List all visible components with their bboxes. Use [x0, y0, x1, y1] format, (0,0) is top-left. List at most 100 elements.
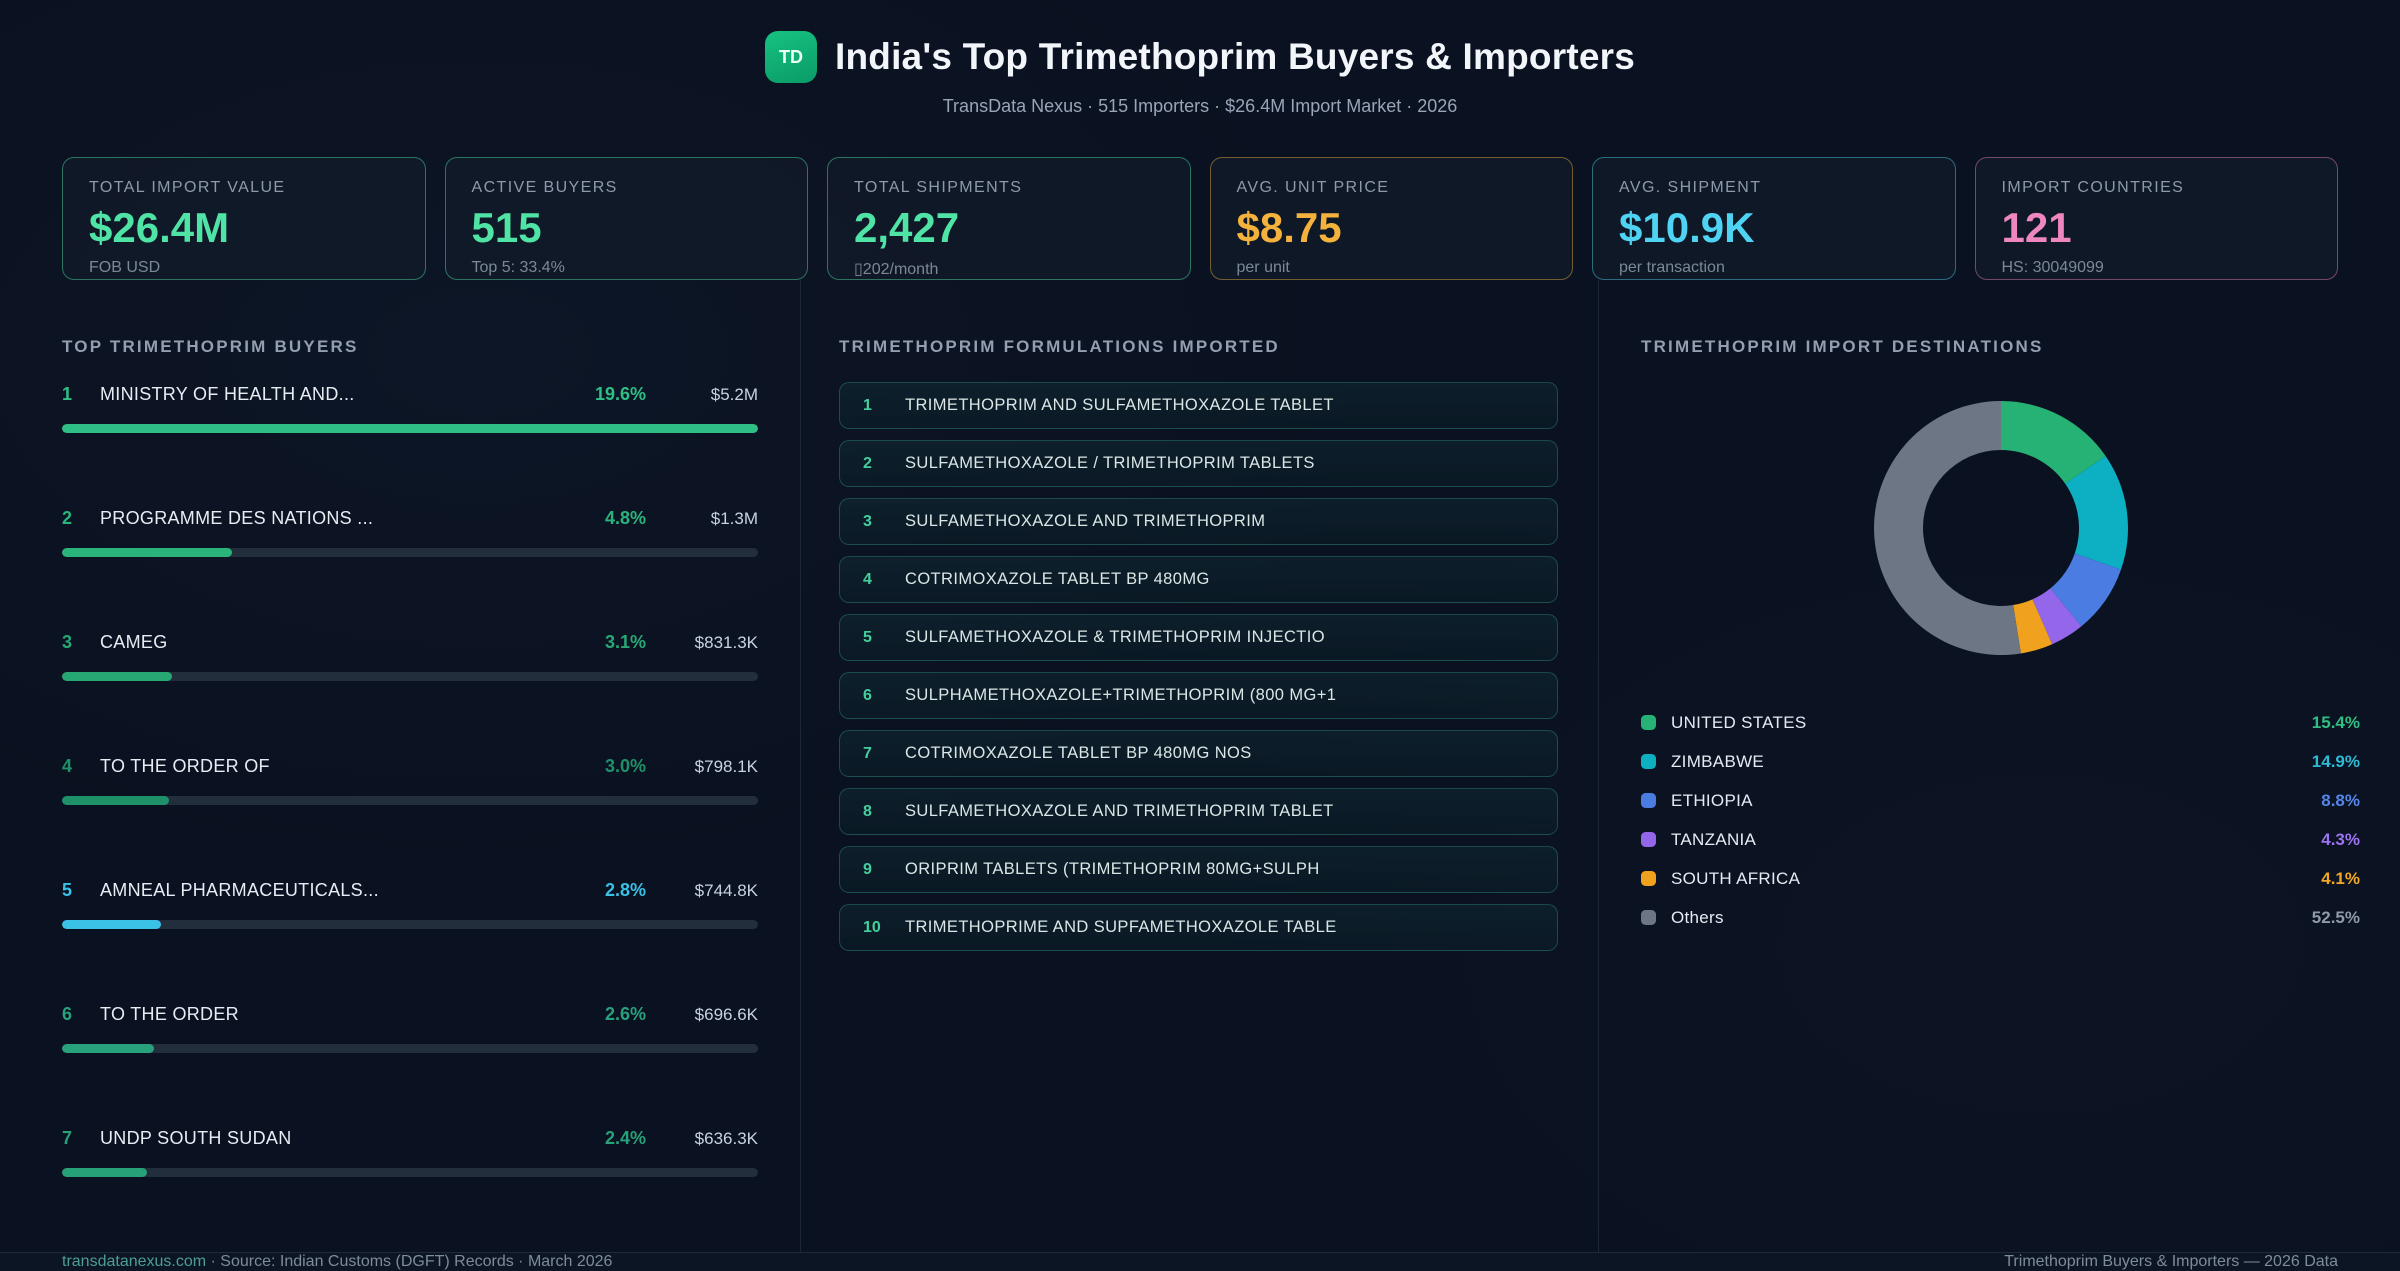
buyer-bar-fill: [62, 796, 169, 806]
buyer-value: $636.3K: [694, 1129, 758, 1149]
legend-percent: 4.3%: [2321, 829, 2360, 849]
footer-report-title: Trimethoprim Buyers & Importers — 2026 D…: [2004, 1253, 2338, 1271]
formulation-rank: 7: [863, 744, 872, 762]
stat-value: $10.9K: [1619, 204, 1755, 251]
formulation-name: SULFAMETHOXAZOLE AND TRIMETHOPRIM TABLET: [905, 802, 1334, 821]
main-content: TOP TRIMETHOPRIM BUYERS 1 MINISTRY OF HE…: [0, 280, 2400, 1253]
buyers-panel: TOP TRIMETHOPRIM BUYERS 1 MINISTRY OF HE…: [0, 280, 800, 1252]
buyer-bar-fill: [62, 1044, 155, 1054]
buyer-row: 4 TO THE ORDER OF 3.0% $798.1K: [62, 756, 758, 806]
stat-label: AVG. UNIT PRICE: [1236, 179, 1390, 196]
buyer-name: AMNEAL PHARMACEUTICALS...: [100, 880, 379, 901]
formulation-item[interactable]: 8 SULFAMETHOXAZOLE AND TRIMETHOPRIM TABL…: [839, 788, 1558, 836]
buyer-percent: 4.8%: [604, 508, 646, 529]
formulation-item[interactable]: 4 COTRIMOXAZOLE TABLET BP 480MG: [839, 556, 1558, 604]
formulation-item[interactable]: 10 TRIMETHOPRIME AND SUPFAMETHOXAZOLE TA…: [839, 904, 1558, 952]
buyer-rank: 1: [62, 384, 73, 405]
stat-label: IMPORT COUNTRIES: [2001, 179, 2185, 196]
stat-card-avg-unit-price: AVG. UNIT PRICE $8.75 per unit: [1209, 157, 1573, 281]
buyer-name: UNDP SOUTH SUDAN: [100, 1128, 292, 1149]
footer-source-text: · Source: Indian Customs (DGFT) Records …: [206, 1253, 613, 1271]
legend-item: SOUTH AFRICA 4.1%: [1641, 859, 2360, 898]
buyer-bar-track: [62, 796, 758, 806]
buyer-rank: 5: [62, 880, 73, 901]
formulation-rank: 8: [863, 802, 872, 820]
stats-row: TOTAL IMPORT VALUE $26.4M FOB USD ACTIVE…: [0, 157, 2400, 281]
buyer-row: 3 CAMEG 3.1% $831.3K: [62, 632, 758, 682]
buyer-percent: 2.4%: [604, 1128, 646, 1149]
footer-domain: transdatanexus.com: [62, 1253, 207, 1271]
legend-label: UNITED STATES: [1671, 712, 1807, 732]
formulation-name: ORIPRIM TABLETS (TRIMETHOPRIM 80MG+SULPH: [905, 860, 1320, 879]
formulation-item[interactable]: 2 SULFAMETHOXAZOLE / TRIMETHOPRIM TABLET…: [839, 440, 1558, 488]
buyer-rank: 3: [62, 632, 73, 653]
legend-swatch: [1641, 754, 1656, 770]
stat-card-active-buyers: ACTIVE BUYERS 515 Top 5: 33.4%: [444, 157, 808, 281]
destinations-panel: TRIMETHOPRIM IMPORT DESTINATIONS UNITED …: [1598, 280, 2400, 1253]
buyer-value: $696.6K: [694, 1005, 758, 1025]
stat-sub: per transaction: [1619, 259, 1725, 277]
buyer-value: $5.2M: [710, 385, 758, 405]
stat-value: $8.75: [1236, 204, 1342, 251]
formulation-name: SULFAMETHOXAZOLE & TRIMETHOPRIM INJECTIO: [905, 628, 1325, 647]
stat-sub: Top 5: 33.4%: [471, 259, 565, 277]
formulation-item[interactable]: 3 SULFAMETHOXAZOLE AND TRIMETHOPRIM: [839, 498, 1558, 546]
buyer-bar-track: [62, 672, 758, 682]
formulation-name: COTRIMOXAZOLE TABLET BP 480MG: [905, 570, 1210, 589]
buyer-bar-fill: [62, 672, 173, 682]
formulation-item[interactable]: 1 TRIMETHOPRIM AND SULFAMETHOXAZOLE TABL…: [839, 382, 1558, 430]
stat-sub: per unit: [1236, 259, 1290, 277]
legend-item: UNITED STATES 15.4%: [1641, 703, 2360, 742]
page-title: India's Top Trimethoprim Buyers & Import…: [834, 36, 1636, 77]
stat-value: $26.4M: [89, 204, 230, 251]
formulation-name: SULFAMETHOXAZOLE AND TRIMETHOPRIM: [905, 512, 1266, 531]
donut-chart: [1873, 401, 2128, 656]
formulation-rank: 6: [863, 686, 872, 704]
buyer-bar-track: [62, 920, 758, 930]
legend-swatch: [1641, 715, 1656, 731]
stat-label: TOTAL SHIPMENTS: [854, 179, 1023, 196]
formulations-panel: TRIMETHOPRIM FORMULATIONS IMPORTED 1 TRI…: [800, 280, 1598, 1253]
formulation-rank: 9: [863, 860, 872, 878]
buyer-value: $798.1K: [694, 757, 758, 777]
formulation-item[interactable]: 7 COTRIMOXAZOLE TABLET BP 480MG NOS: [839, 730, 1558, 778]
formulations-heading: TRIMETHOPRIM FORMULATIONS IMPORTED: [839, 337, 1280, 357]
buyer-percent: 2.8%: [604, 880, 646, 901]
buyer-value: $1.3M: [710, 509, 758, 529]
legend-label: Others: [1671, 907, 1724, 927]
dashboard-root: TD India's Top Trimethoprim Buyers & Imp…: [0, 0, 2400, 1271]
buyer-row: 5 AMNEAL PHARMACEUTICALS... 2.8% $744.8K: [62, 880, 758, 930]
formulation-name: SULFAMETHOXAZOLE / TRIMETHOPRIM TABLETS: [905, 454, 1315, 473]
legend-item: ETHIOPIA 8.8%: [1641, 781, 2360, 820]
stat-sub: HS: 30049099: [2001, 259, 2104, 277]
formulation-item[interactable]: 6 SULPHAMETHOXAZOLE+TRIMETHOPRIM (800 MG…: [839, 672, 1558, 720]
legend-percent: 14.9%: [2311, 751, 2360, 771]
formulation-item[interactable]: 9 ORIPRIM TABLETS (TRIMETHOPRIM 80MG+SUL…: [839, 846, 1558, 894]
legend-swatch: [1641, 832, 1656, 848]
formulation-rank: 2: [863, 454, 872, 472]
footer-source: transdatanexus.com · Source: Indian Cust…: [62, 1253, 612, 1271]
buyer-bar-fill: [62, 1168, 148, 1178]
stat-label: ACTIVE BUYERS: [471, 179, 618, 196]
buyer-name: CAMEG: [100, 632, 168, 653]
buyer-row: 6 TO THE ORDER 2.6% $696.6K: [62, 1004, 758, 1054]
stat-card-total-shipments: TOTAL SHIPMENTS 2,427 ▯202/month: [827, 157, 1191, 281]
legend-label: ETHIOPIA: [1671, 790, 1753, 810]
legend-swatch: [1641, 910, 1656, 926]
buyer-percent: 3.1%: [604, 632, 646, 653]
buyer-bar-fill: [62, 920, 162, 930]
formulation-item[interactable]: 5 SULFAMETHOXAZOLE & TRIMETHOPRIM INJECT…: [839, 614, 1558, 662]
legend-label: ZIMBABWE: [1671, 751, 1765, 771]
legend-label: SOUTH AFRICA: [1671, 868, 1801, 888]
legend-swatch: [1641, 793, 1656, 809]
buyer-percent: 19.6%: [594, 384, 646, 405]
buyer-row: 7 UNDP SOUTH SUDAN 2.4% $636.3K: [62, 1128, 758, 1178]
legend-percent: 4.1%: [2321, 868, 2360, 888]
formulation-rank: 4: [863, 570, 872, 588]
stat-sub: FOB USD: [89, 259, 161, 277]
buyer-name: PROGRAMME DES NATIONS ...: [100, 508, 374, 529]
buyer-row: 2 PROGRAMME DES NATIONS ... 4.8% $1.3M: [62, 508, 758, 558]
legend-label: TANZANIA: [1671, 829, 1757, 849]
legend-percent: 52.5%: [2311, 907, 2360, 927]
buyer-percent: 2.6%: [604, 1004, 646, 1025]
